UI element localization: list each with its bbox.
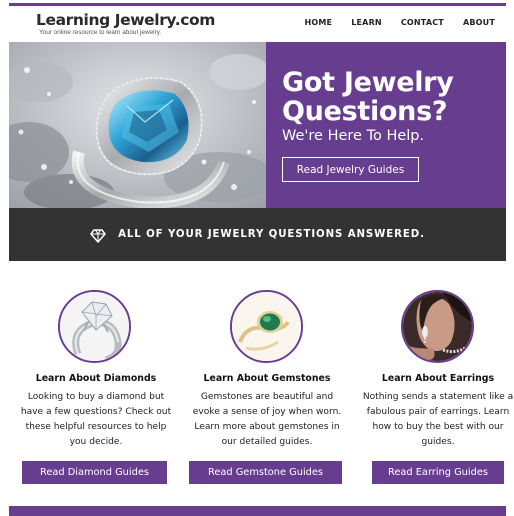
hero-panel: Got Jewelry Questions? We're Here To Hel… bbox=[266, 42, 506, 208]
main-nav: HOME LEARN CONTACT ABOUT bbox=[304, 18, 495, 27]
hero-title: Got Jewelry Questions? bbox=[282, 67, 454, 127]
diamond-ring-photo bbox=[58, 290, 131, 363]
nav-contact[interactable]: CONTACT bbox=[401, 18, 444, 27]
read-earring-guides-button[interactable]: Read Earring Guides bbox=[372, 461, 504, 484]
earrings-model-photo bbox=[401, 290, 474, 363]
hero-section: Got Jewelry Questions? We're Here To Hel… bbox=[9, 42, 506, 208]
hero-subtitle: We're Here To Help. bbox=[282, 128, 425, 144]
diamond-outline-icon bbox=[90, 228, 106, 243]
hero-ring-illustration bbox=[9, 42, 266, 208]
nav-home[interactable]: HOME bbox=[304, 18, 332, 27]
logo-tagline: Your online resource to learn about jewe… bbox=[39, 29, 162, 36]
read-jewelry-guides-button[interactable]: Read Jewelry Guides bbox=[282, 157, 419, 182]
footer-bar bbox=[9, 506, 506, 516]
hero-ring-image bbox=[9, 42, 266, 208]
nav-about[interactable]: ABOUT bbox=[463, 18, 495, 27]
read-diamond-guides-button[interactable]: Read Diamond Guides bbox=[22, 461, 167, 484]
card-description: Nothing sends a statement like a fabulou… bbox=[362, 392, 514, 447]
site-logo[interactable]: Learning Jewelry.com Your online resourc… bbox=[36, 11, 215, 37]
card-title: Learn About Gemstones bbox=[203, 373, 331, 384]
card-title: Learn About Earrings bbox=[381, 373, 495, 384]
site-header: Learning Jewelry.com Your online resourc… bbox=[9, 6, 506, 42]
card-description: Looking to buy a diamond but have a few … bbox=[20, 392, 172, 447]
nav-learn[interactable]: LEARN bbox=[351, 18, 382, 27]
read-gemstone-guides-button[interactable]: Read Gemstone Guides bbox=[189, 461, 342, 484]
gemstone-ring-photo bbox=[230, 290, 303, 363]
questions-banner: ALL OF YOUR JEWELRY QUESTIONS ANSWERED. bbox=[9, 208, 506, 261]
card-title: Learn About Diamonds bbox=[35, 373, 157, 384]
card-description: Gemstones are beautiful and evoke a sens… bbox=[192, 392, 342, 447]
logo-title: Learning Jewelry.com bbox=[36, 11, 215, 29]
banner-text: ALL OF YOUR JEWELRY QUESTIONS ANSWERED. bbox=[118, 229, 425, 240]
